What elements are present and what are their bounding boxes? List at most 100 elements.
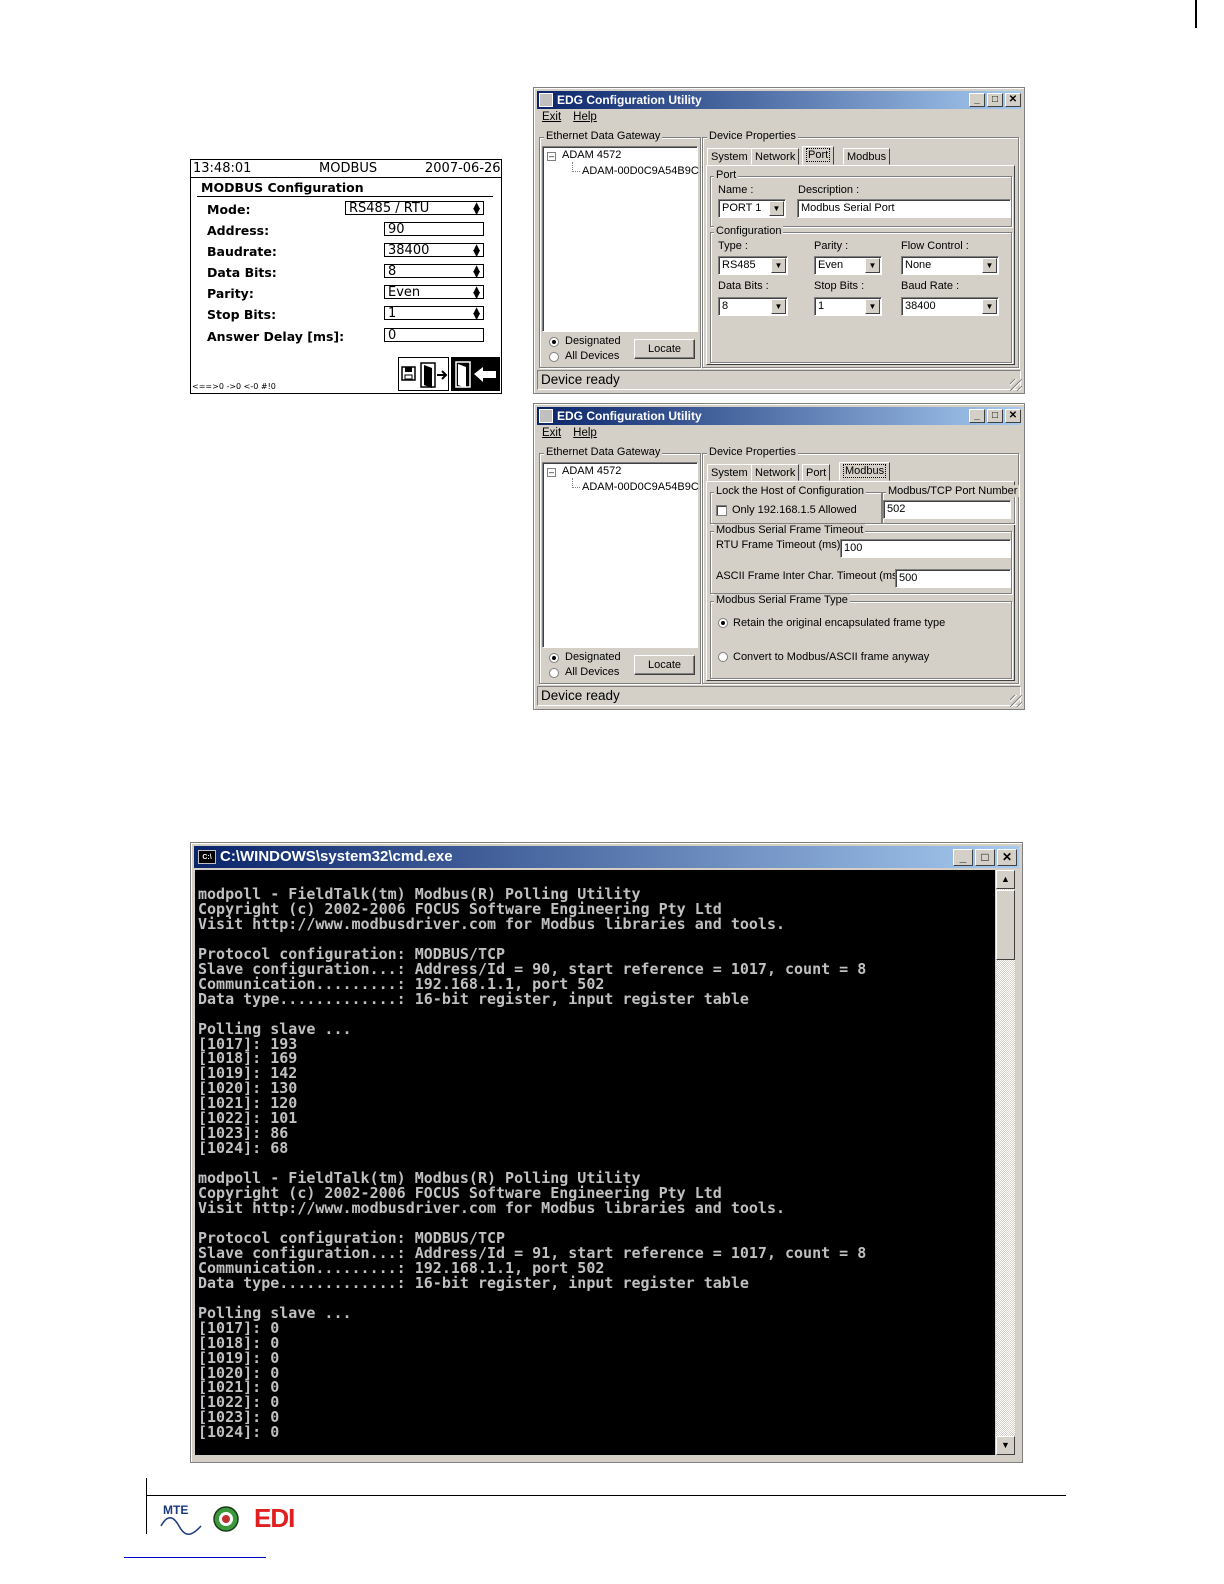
tab-port[interactable]: Port — [802, 464, 831, 481]
ascii-timeout-input[interactable]: 500 — [895, 569, 1011, 588]
scroll-down-button[interactable]: ▼ — [996, 1436, 1015, 1455]
minimize-button[interactable]: _ — [953, 849, 973, 866]
tab-port[interactable]: Port — [802, 146, 835, 165]
name-label: Name : — [718, 184, 754, 196]
flow-control-select[interactable]: None ▼ — [901, 256, 999, 275]
menu-exit[interactable]: Exit — [542, 427, 561, 439]
minimize-button[interactable]: _ — [969, 409, 985, 423]
console-line: [1021]: 0 — [198, 1378, 280, 1397]
frame-timeout-group-label: Modbus Serial Frame Timeout — [714, 524, 866, 536]
maximize-button[interactable]: □ — [987, 93, 1003, 107]
designated-radio[interactable] — [549, 653, 559, 663]
locate-button[interactable]: Locate — [634, 655, 695, 675]
console-line: [1023]: 0 — [198, 1408, 280, 1427]
lcd-mode-field[interactable]: RS485 / RTU ▲ ▼ — [345, 201, 484, 217]
menu-help[interactable]: Help — [573, 427, 597, 439]
tab-network[interactable]: Network — [751, 464, 800, 481]
menu-exit[interactable]: Exit — [542, 111, 561, 123]
lcd-databits-field[interactable]: 8 ▲ ▼ — [384, 264, 484, 280]
device-tree[interactable]: – ADAM 4572 ADAM-00D0C9A54B9C — [542, 146, 699, 332]
tree-child[interactable]: ADAM-00D0C9A54B9C — [582, 481, 699, 493]
dropdown-arrow-icon: ▼ — [771, 258, 786, 273]
scroll-thumb[interactable] — [996, 890, 1015, 960]
console-line: [1018]: 169 — [198, 1049, 298, 1068]
tab-system[interactable]: System — [707, 148, 752, 165]
all-devices-radio[interactable] — [549, 668, 559, 678]
tree-child[interactable]: ADAM-00D0C9A54B9C — [582, 165, 699, 177]
resize-grip-icon[interactable] — [1010, 379, 1022, 391]
menu-help[interactable]: Help — [573, 111, 597, 123]
minimize-button[interactable]: _ — [969, 93, 985, 107]
exit-button[interactable] — [451, 357, 500, 391]
tab-network[interactable]: Network — [751, 148, 800, 165]
lcd-stopbits-field[interactable]: 1 ▲ ▼ — [384, 306, 484, 322]
collapse-icon[interactable]: – — [547, 468, 556, 477]
lcd-address-field[interactable]: 90 — [384, 222, 484, 237]
lcd-time: 13:48:01 — [193, 161, 252, 176]
port-name-value: PORT 1 — [722, 202, 762, 214]
tcp-port-group-label: Modbus/TCP Port Number — [886, 485, 1020, 497]
type-select[interactable]: RS485 ▼ — [718, 256, 788, 275]
flow-control-value: None — [905, 259, 932, 271]
all-devices-label: All Devices — [565, 350, 620, 362]
status-bar: Device ready — [537, 686, 1021, 706]
save-exit-button[interactable] — [398, 357, 449, 391]
tree-root[interactable]: ADAM 4572 — [562, 465, 621, 477]
tab-modbus[interactable]: Modbus — [843, 148, 891, 165]
tab-modbus[interactable]: Modbus — [839, 462, 891, 481]
maximize-button[interactable]: □ — [975, 849, 995, 866]
spin-arrows-icon: ▲ ▼ — [473, 264, 480, 280]
vertical-scrollbar[interactable]: ▲ ▼ — [996, 870, 1015, 1455]
console-icon: C:\ — [198, 850, 216, 864]
locate-button[interactable]: Locate — [634, 339, 695, 359]
app-icon — [539, 409, 553, 423]
lcd-answerdelay-field[interactable]: 0 — [384, 328, 484, 343]
console-line: [1020]: 130 — [198, 1079, 298, 1098]
tree-root[interactable]: ADAM 4572 — [562, 149, 621, 161]
tcp-port-input[interactable]: 502 — [883, 500, 1011, 519]
lcd-baudrate-field[interactable]: 38400 ▲ ▼ — [384, 243, 484, 259]
retain-frame-radio[interactable] — [718, 618, 728, 628]
all-devices-radio[interactable] — [549, 352, 559, 362]
device-tree[interactable]: – ADAM 4572 ADAM-00D0C9A54B9C — [542, 462, 699, 648]
save-door-icon — [401, 362, 448, 388]
dropdown-arrow-icon: ▼ — [771, 299, 786, 314]
databits-select[interactable]: 8 ▼ — [718, 297, 788, 316]
type-label: Type : — [718, 240, 748, 252]
rtu-timeout-label: RTU Frame Timeout (ms) : — [716, 539, 847, 551]
console-line: [1022]: 101 — [198, 1109, 298, 1128]
page-edge-marker — [1195, 0, 1197, 28]
collapse-icon[interactable]: – — [547, 152, 556, 161]
close-button[interactable]: ✕ — [1005, 93, 1021, 107]
port-name-select[interactable]: PORT 1 ▼ — [718, 199, 786, 218]
only-allowed-checkbox[interactable] — [716, 505, 727, 516]
designated-radio[interactable] — [549, 337, 559, 347]
description-input[interactable]: Modbus Serial Port — [797, 199, 1011, 218]
console-line: [1021]: 120 — [198, 1094, 298, 1113]
certification-seal-icon — [213, 1506, 239, 1532]
description-label: Description : — [798, 184, 860, 196]
baudrate-select[interactable]: 38400 ▼ — [901, 297, 999, 316]
stopbits-select[interactable]: 1 ▼ — [814, 297, 882, 316]
convert-ascii-radio[interactable] — [718, 652, 728, 662]
parity-select[interactable]: Even ▼ — [814, 256, 882, 275]
port-group-label: Port — [714, 169, 739, 181]
console-output[interactable]: modpoll - FieldTalk(tm) Modbus(R) Pollin… — [195, 870, 995, 1455]
tab-system[interactable]: System — [707, 464, 752, 481]
designated-label: Designated — [565, 651, 621, 663]
scroll-up-button[interactable]: ▲ — [996, 870, 1015, 889]
resize-grip-icon[interactable] — [1010, 695, 1022, 707]
lcd-mode-value: RS485 / RTU — [349, 201, 430, 216]
lcd-modbus-panel: 13:48:01 MODBUS 2007-06-26 MODBUS Config… — [190, 159, 502, 394]
title-bar: EDG Configuration Utility _ □ ✕ — [537, 407, 1021, 425]
close-button[interactable]: ✕ — [997, 849, 1017, 866]
rtu-timeout-input[interactable]: 100 — [840, 539, 1011, 558]
tab-port-label: Port — [806, 467, 827, 479]
convert-ascii-label: Convert to Modbus/ASCII frame anyway — [733, 651, 930, 663]
maximize-button[interactable]: □ — [987, 409, 1003, 423]
console-line: [1024]: 68 — [198, 1139, 289, 1158]
baudrate-value: 38400 — [905, 300, 936, 312]
lcd-title: MODBUS — [319, 161, 378, 176]
close-button[interactable]: ✕ — [1005, 409, 1021, 423]
lcd-parity-field[interactable]: Even ▲ ▼ — [384, 285, 484, 301]
